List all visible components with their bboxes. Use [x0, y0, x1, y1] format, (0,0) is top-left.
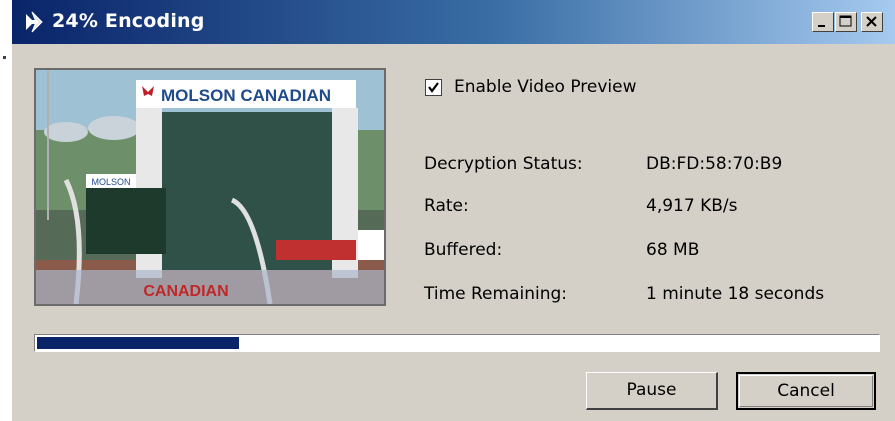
encoding-progress-bar [34, 334, 880, 352]
cancel-button-label: Cancel [777, 381, 835, 401]
time-remaining-label: Time Remaining: [424, 284, 568, 304]
minimize-icon [818, 25, 825, 27]
rate-value: 4,917 KB/s [646, 196, 738, 216]
enable-preview-label[interactable]: Enable Video Preview [454, 77, 637, 97]
bottom-sign-text: CANADIAN [143, 283, 228, 300]
title-bar[interactable]: 24% Encoding [12, 0, 895, 44]
maximize-icon [839, 15, 852, 27]
decryption-status-label: Decryption Status: [424, 154, 583, 174]
check-icon [428, 82, 439, 93]
window-title: 24% Encoding [52, 10, 205, 32]
decryption-status-value: DB:FD:58:70:B9 [646, 154, 783, 174]
encoding-dialog: 24% Encoding MOLSON CANADIAN MOLSON CANA… [0, 0, 895, 421]
video-preview: MOLSON CANADIAN MOLSON CANADIAN [34, 68, 386, 306]
buffered-label: Buffered: [424, 240, 503, 260]
dialog-body: MOLSON CANADIAN MOLSON CANADIAN Enable V… [12, 44, 895, 421]
pause-button[interactable]: Pause [586, 372, 718, 410]
side-sign-text: MOLSON [91, 177, 130, 187]
billboard-text: MOLSON CANADIAN [161, 86, 331, 105]
close-icon [866, 16, 877, 27]
close-button[interactable] [861, 12, 883, 32]
video-frame-image: MOLSON CANADIAN MOLSON CANADIAN [36, 70, 384, 304]
enable-preview-checkbox[interactable] [425, 79, 442, 96]
rate-label: Rate: [424, 196, 469, 216]
progress-fill [37, 337, 239, 349]
time-remaining-value: 1 minute 18 seconds [646, 284, 825, 304]
buffered-value: 68 MB [646, 240, 700, 260]
maximize-button[interactable] [835, 12, 857, 32]
cancel-button[interactable]: Cancel [736, 372, 876, 410]
app-icon [22, 10, 46, 34]
minimize-button[interactable] [812, 12, 834, 32]
